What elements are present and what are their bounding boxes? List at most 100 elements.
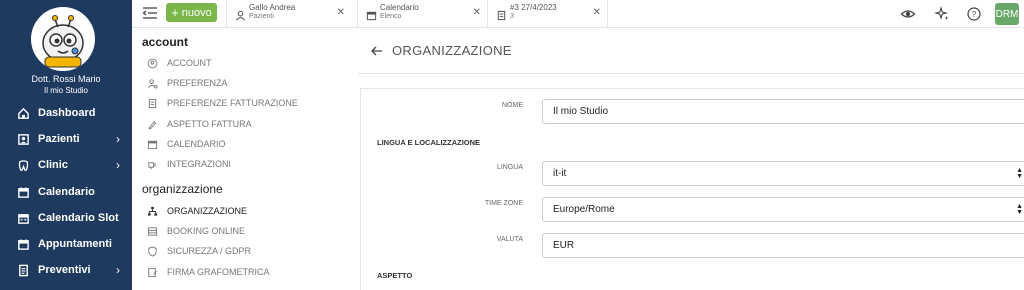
nav-label-calendario: Calendario bbox=[38, 186, 95, 198]
settings-item-aspetto-fattura[interactable]: ASPETTO FATTURA bbox=[147, 115, 252, 133]
quote-icon bbox=[16, 263, 30, 277]
patient-icon bbox=[16, 132, 30, 146]
user-avatar-badge[interactable]: DRM bbox=[995, 3, 1019, 25]
account-circle-icon bbox=[147, 58, 158, 69]
settings-item-label: ASPETTO FATTURA bbox=[167, 119, 252, 129]
org-section-title: organizzazione bbox=[142, 182, 223, 196]
nav-item-preventivi[interactable]: Preventivi › bbox=[0, 257, 132, 283]
aspetto-section-title: ASPETTO bbox=[377, 271, 413, 280]
signature-icon bbox=[147, 267, 158, 278]
nav-label-appuntamenti: Appuntamenti bbox=[38, 238, 112, 250]
valuta-input[interactable]: EUR bbox=[542, 233, 1024, 258]
settings-item-label: PREFERENZE FATTURAZIONE bbox=[167, 98, 298, 108]
nav-label-dashboard: Dashboard bbox=[38, 107, 96, 119]
nav-item-appuntamenti[interactable]: Appuntamenti bbox=[0, 231, 132, 257]
chevron-right-icon: › bbox=[116, 158, 120, 172]
select-arrows-icon: ▲ ▼ bbox=[1016, 203, 1023, 216]
settings-item-label: FIRMA GRAFOMETRICA bbox=[167, 267, 270, 277]
booking-icon bbox=[147, 226, 158, 237]
menu-collapse-icon[interactable] bbox=[142, 6, 158, 20]
settings-item-label: CALENDARIO bbox=[167, 139, 226, 149]
sitemap-icon bbox=[147, 206, 158, 217]
select-arrows-icon: ▲ ▼ bbox=[1016, 167, 1023, 180]
plus-icon: + bbox=[171, 5, 179, 20]
settings-item-firma-grafometrica[interactable]: FIRMA GRAFOMETRICA bbox=[147, 263, 270, 281]
settings-item-label: BOOKING ONLINE bbox=[167, 226, 246, 236]
account-section-title: account bbox=[142, 35, 189, 49]
tab-title: #3 27/4/2023 bbox=[510, 3, 557, 12]
nav-item-calendario-slot[interactable]: Calendario Slot bbox=[0, 205, 132, 231]
settings-item-label: ORGANIZZAZIONE bbox=[167, 206, 248, 216]
user-name: Dott. Rossi Mario bbox=[31, 74, 101, 84]
tab-subtitle: Pazienti bbox=[249, 13, 274, 20]
settings-item-preferenze-fatturazione[interactable]: PREFERENZE FATTURAZIONE bbox=[147, 94, 298, 112]
tab-calendario[interactable]: Calendario Elenco ✕ bbox=[357, 0, 487, 28]
close-icon[interactable]: ✕ bbox=[593, 7, 601, 18]
svg-text:?: ? bbox=[972, 10, 977, 19]
settings-item-organizzazione[interactable]: ORGANIZZAZIONE bbox=[147, 202, 247, 220]
calendar-icon bbox=[147, 139, 158, 150]
close-icon[interactable]: ✕ bbox=[473, 7, 481, 18]
appointment-icon bbox=[16, 237, 30, 251]
settings-menu: account ACCOUNT PREFERENZA PREFERENZE FA… bbox=[132, 28, 358, 290]
settings-item-calendario[interactable]: CALENDARIO bbox=[147, 135, 226, 153]
avatar[interactable] bbox=[31, 7, 95, 71]
home-icon bbox=[16, 106, 30, 120]
bee-mascot-icon bbox=[42, 15, 84, 68]
brush-icon bbox=[147, 119, 158, 130]
user-studio: Il mio Studio bbox=[43, 86, 89, 95]
valuta-label: VALUTA bbox=[496, 236, 523, 243]
tab-subtitle: 3 bbox=[510, 13, 514, 20]
tab-divider bbox=[607, 0, 608, 28]
calendar-slot-icon bbox=[16, 211, 30, 225]
nav-item-clinic[interactable]: Clinic › bbox=[0, 152, 132, 178]
nav-label-calendario-slot: Calendario Slot bbox=[38, 212, 119, 224]
nav-label-preventivi: Preventivi bbox=[38, 264, 91, 276]
calendar-icon bbox=[366, 8, 378, 21]
top-tab-bar: + nuovo Gallo Andrea Pazienti ✕ Calendar… bbox=[132, 0, 1024, 28]
settings-item-integrazioni[interactable]: INTEGRAZIONI bbox=[147, 155, 231, 173]
lingua-section-title: LINGUA E LOCALIZZAZIONE bbox=[377, 138, 481, 147]
page-header: ORGANIZZAZIONE bbox=[358, 28, 1024, 74]
tab-subtitle: Elenco bbox=[380, 13, 402, 20]
sparkle-icon[interactable] bbox=[934, 6, 950, 22]
nav-label-pazienti: Pazienti bbox=[38, 133, 80, 145]
settings-item-booking-online[interactable]: BOOKING ONLINE bbox=[147, 222, 245, 240]
document-icon bbox=[496, 8, 508, 21]
lingua-value: it-it bbox=[553, 168, 567, 179]
user-settings-icon bbox=[147, 78, 158, 89]
settings-item-label: INTEGRAZIONI bbox=[167, 159, 232, 169]
settings-item-label: ACCOUNT bbox=[167, 58, 212, 68]
back-arrow-icon[interactable] bbox=[370, 44, 384, 58]
settings-item-label: PREFERENZA bbox=[167, 78, 228, 88]
nome-input[interactable]: Il mio Studio bbox=[542, 99, 1024, 124]
settings-item-sicurezza[interactable]: SICUREZZA / GDPR bbox=[147, 242, 251, 260]
plug-icon bbox=[147, 159, 158, 170]
lingua-select[interactable]: it-it ▲ ▼ bbox=[542, 161, 1024, 186]
nav-item-pazienti[interactable]: Pazienti › bbox=[0, 126, 132, 152]
tab-title: Gallo Andrea bbox=[249, 3, 296, 12]
timezone-select[interactable]: Europe/Rome ▲ ▼ bbox=[542, 197, 1024, 222]
nome-value: Il mio Studio bbox=[553, 106, 609, 117]
settings-item-account[interactable]: ACCOUNT bbox=[147, 54, 212, 72]
settings-item-label: SICUREZZA / GDPR bbox=[167, 246, 252, 256]
close-icon[interactable]: ✕ bbox=[337, 7, 345, 18]
user-icon bbox=[235, 8, 247, 21]
valuta-value: EUR bbox=[553, 240, 575, 251]
new-button[interactable]: + nuovo bbox=[166, 3, 217, 22]
tooth-icon bbox=[16, 158, 30, 172]
new-button-label: nuovo bbox=[181, 6, 212, 19]
nav-item-calendario[interactable]: Calendario bbox=[0, 179, 132, 205]
timezone-value: Europe/Rome bbox=[553, 204, 615, 215]
tab-title: Calendario bbox=[380, 3, 419, 12]
page-title: ORGANIZZAZIONE bbox=[392, 43, 512, 58]
settings-item-preferenza[interactable]: PREFERENZA bbox=[147, 74, 228, 92]
tab-gallo-andrea[interactable]: Gallo Andrea Pazienti ✕ bbox=[226, 0, 351, 28]
eye-icon[interactable] bbox=[900, 6, 916, 22]
tab-document[interactable]: #3 27/4/2023 3 ✕ bbox=[487, 0, 607, 28]
help-icon[interactable]: ? bbox=[966, 6, 982, 22]
nav-item-dashboard[interactable]: Dashboard bbox=[0, 100, 132, 126]
chevron-right-icon: › bbox=[116, 132, 120, 146]
timezone-label: TIME ZONE bbox=[484, 200, 523, 207]
nav-label-clinic: Clinic bbox=[38, 159, 68, 171]
